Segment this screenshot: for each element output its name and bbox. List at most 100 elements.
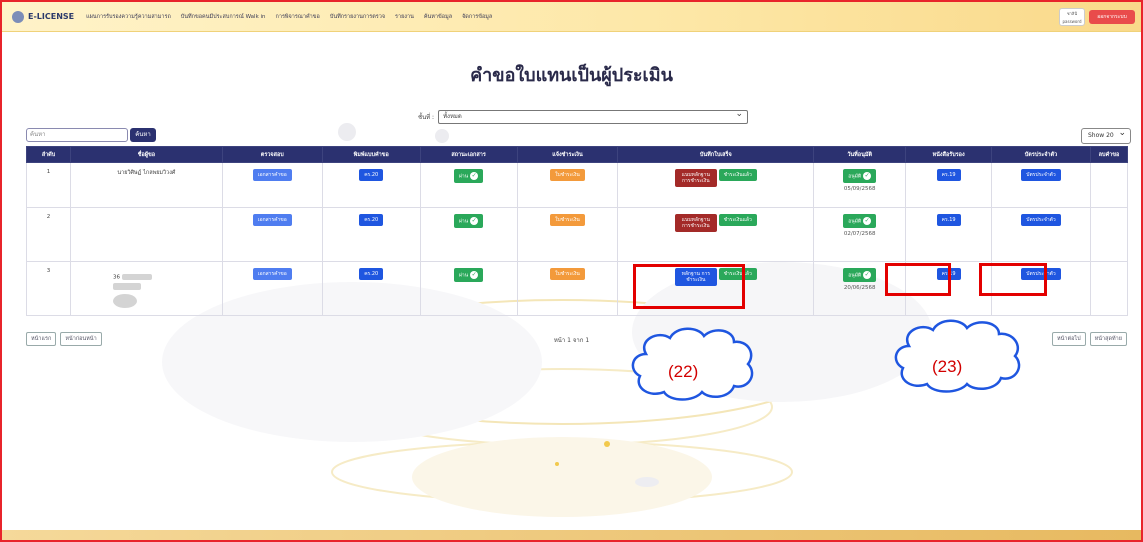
nav-item-review[interactable]: การพิจารณาคำขอ — [276, 13, 320, 21]
col-header: แจ้งชำระเงิน — [516, 146, 619, 163]
paid-badge[interactable]: ชำระเงินแล้ว — [718, 214, 757, 226]
receipt-cell: แนบหลักฐาน การชำระเงิน ชำระเงินแล้ว — [617, 207, 815, 262]
check-cell: เอกสารคำขอ — [221, 162, 323, 208]
col-header: วันที่อนุมัติ — [813, 146, 907, 163]
col-header: ชื่อผู้ขอ — [69, 146, 223, 163]
receipt-cell: แนบหลักฐาน การชำระเงิน ชำระเงินแล้ว — [617, 162, 815, 208]
request-doc-button[interactable]: เอกสารคำขอ — [252, 169, 292, 181]
check-icon: ✓ — [863, 172, 872, 180]
payment-slip-button[interactable]: ใบชำระเงิน — [550, 268, 585, 280]
delete-cell — [1089, 162, 1129, 208]
callout-label-23: (23) — [932, 357, 963, 376]
payment-cell: ใบชำระเงิน — [516, 162, 619, 208]
row-number: 1 — [26, 162, 71, 208]
col-header: ตรวจสอบ — [221, 146, 323, 163]
filter-select[interactable]: ทั้งหมด — [438, 108, 749, 124]
nav-item-inspection[interactable]: บันทึกรายงานการตรวจ — [330, 13, 385, 21]
form-cell: คร.20 — [321, 162, 421, 208]
table-row: 3 36 เอกสารคำขอ คร.20 ผ่าน ✓ ใบชำระเงิน ห… — [26, 261, 1129, 316]
user-name: ชาลินี — [1066, 11, 1078, 16]
redacted-block — [112, 293, 137, 308]
col-header: สถานะเอกสาร — [419, 146, 518, 163]
payment-slip-button[interactable]: ใบชำระเงิน — [550, 214, 585, 226]
next-page-button[interactable]: หน้าต่อไป — [1052, 332, 1086, 346]
card-cell: บัตรประจำตัว — [991, 162, 1091, 208]
col-header: พิมพ์แบบคำขอ — [321, 146, 421, 163]
cert-cell: คร.19 — [905, 162, 993, 208]
bottom-band — [2, 530, 1141, 540]
screenshot-frame: E-LICENSE แผนการรับรองความรู้ความสามารถ … — [0, 0, 1143, 542]
certificate-button[interactable]: คร.19 — [936, 169, 961, 181]
doc-status-badge[interactable]: ผ่าน ✓ — [454, 268, 484, 282]
applicant-name-cell: 36 — [69, 261, 223, 316]
callout-cloud-23 — [894, 319, 1021, 393]
pager-right: หน้าต่อไป หน้าสุดท้าย — [1052, 332, 1127, 346]
approve-badge[interactable]: อนุมัติ ✓ — [843, 169, 877, 183]
nav-item-report[interactable]: รายงาน — [395, 13, 414, 21]
attach-proof-button[interactable]: แนบหลักฐาน การชำระเงิน — [674, 169, 717, 187]
table-row: 2 เอกสารคำขอ คร.20 ผ่าน ✓ ใบชำระเงิน แนบห… — [26, 207, 1129, 262]
approve-cell: อนุมัติ ✓ 05/09/2568 — [813, 162, 907, 208]
callout-label-22: (22) — [668, 362, 699, 381]
nav-item-search[interactable]: ค้นหาข้อมูล — [424, 13, 452, 21]
applicant-name: นายวิศิษฏ์ ไกลพยมวิวงศ์ — [69, 162, 223, 208]
row-number: 2 — [26, 207, 71, 262]
approve-label: อนุมัติ — [848, 218, 862, 225]
doc-status-badge[interactable]: ผ่าน ✓ — [454, 169, 484, 183]
form-cell: คร.20 — [321, 261, 421, 316]
redacted-block — [121, 274, 152, 280]
page-title: คำขอใบแทนเป็นผู้ประเมิน — [470, 65, 673, 86]
approve-date: 05/09/2568 — [843, 186, 876, 192]
logout-button[interactable]: ออกจากระบบ — [1089, 10, 1135, 24]
approve-cell: อนุมัติ ✓ 02/07/2568 — [813, 207, 907, 262]
redacted-block — [112, 282, 141, 290]
approve-badge[interactable]: อนุมัติ ✓ — [843, 214, 877, 228]
search-input[interactable]: ค้นหา — [26, 128, 128, 142]
table-header-row: ลำดับ ชื่อผู้ขอ ตรวจสอบ พิมพ์แบบคำขอ สถา… — [26, 146, 1129, 163]
check-icon: ✓ — [863, 217, 872, 225]
app-logo[interactable]: E-LICENSE — [12, 10, 75, 23]
doc-status-badge[interactable]: ผ่าน ✓ — [454, 214, 484, 228]
request-doc-button[interactable]: เอกสารคำขอ — [252, 268, 292, 280]
check-icon: ✓ — [470, 271, 479, 279]
id-card-button[interactable]: บัตรประจำตัว — [1021, 169, 1061, 181]
last-page-button[interactable]: หน้าสุดท้าย — [1089, 332, 1127, 346]
payment-slip-button[interactable]: ใบชำระเงิน — [550, 169, 585, 181]
approve-date: 02/07/2568 — [843, 231, 876, 237]
delete-cell — [1089, 261, 1129, 316]
approve-label: อนุมัติ — [848, 173, 862, 180]
col-header: บันทึกใบเสร็จ — [617, 146, 815, 163]
col-header: ลำดับ — [26, 146, 71, 163]
approve-label: อนุมัติ — [848, 272, 862, 279]
form-cell: คร.20 — [321, 207, 421, 262]
nav-item-walkin[interactable]: บันทึกขอคนมีประสบการณ์ Walk in — [181, 13, 266, 21]
filter-label: ชั้นที่ : — [418, 114, 435, 121]
paid-badge[interactable]: ชำระเงินแล้ว — [718, 169, 757, 181]
applicant-id-partial: 36 — [112, 274, 120, 281]
doc-status-label: ผ่าน — [459, 218, 469, 225]
doc-status-label: ผ่าน — [459, 173, 469, 180]
check-cell: เอกสารคำขอ — [221, 261, 323, 316]
status-cell: ผ่าน ✓ — [419, 261, 518, 316]
nav-item-manage[interactable]: จัดการข้อมูล — [462, 13, 492, 21]
print-form-button[interactable]: คร.20 — [359, 169, 384, 181]
request-doc-button[interactable]: เอกสารคำขอ — [252, 214, 292, 226]
filter-bar: ชั้นที่ : ทั้งหมด — [418, 108, 749, 124]
search-button[interactable]: ค้นหา — [130, 128, 156, 142]
col-header: ลบคำขอ — [1089, 146, 1129, 163]
attach-proof-button[interactable]: แนบหลักฐาน การชำระเงิน — [674, 214, 717, 232]
logo-text: E-LICENSE — [28, 12, 75, 21]
status-cell: ผ่าน ✓ — [419, 162, 518, 208]
nav-item-plan[interactable]: แผนการรับรองความรู้ความสามารถ — [86, 13, 171, 21]
user-badge[interactable]: ชาลินี password — [1059, 8, 1085, 26]
approve-badge[interactable]: อนุมัติ ✓ — [843, 268, 877, 282]
cert-cell: คร.19 — [905, 207, 993, 262]
top-navbar: E-LICENSE แผนการรับรองความรู้ความสามารถ … — [2, 2, 1141, 32]
page-size-select[interactable]: Show 20 — [1081, 126, 1131, 144]
print-form-button[interactable]: คร.20 — [359, 214, 384, 226]
request-table: ลำดับ ชื่อผู้ขอ ตรวจสอบ พิมพ์แบบคำขอ สถา… — [26, 146, 1129, 316]
print-form-button[interactable]: คร.20 — [359, 268, 384, 280]
id-card-button[interactable]: บัตรประจำตัว — [1021, 214, 1061, 226]
certificate-button[interactable]: คร.19 — [936, 214, 961, 226]
logo-icon — [12, 10, 24, 23]
